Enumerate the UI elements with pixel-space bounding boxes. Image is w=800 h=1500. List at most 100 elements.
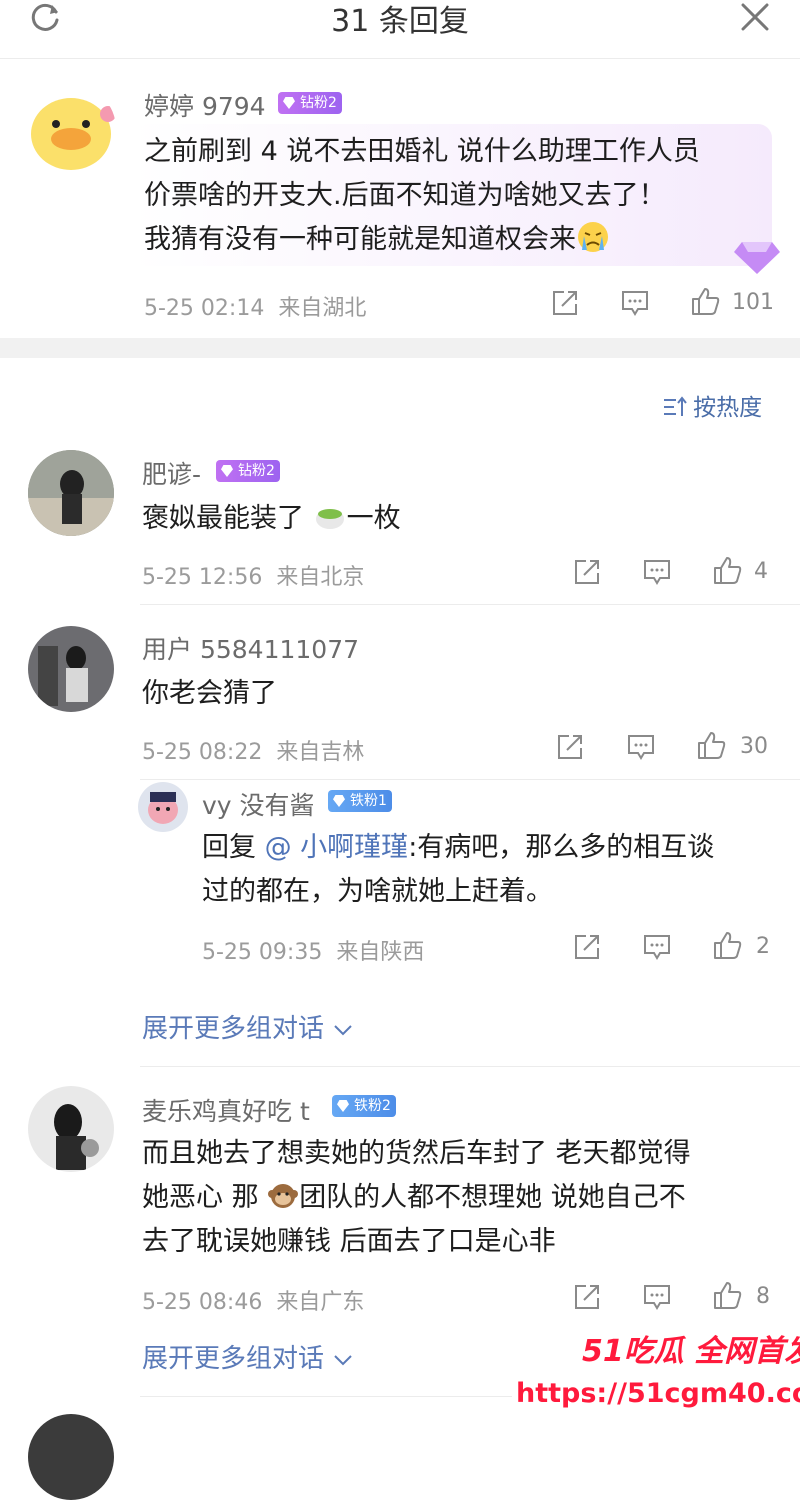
avatar[interactable]	[28, 450, 114, 536]
comment-meta: 5-25 02:14 来自湖北	[144, 290, 366, 322]
comment-meta: 5-25 12:56 来自北京	[142, 559, 364, 591]
like-count: 8	[756, 1284, 770, 1309]
diamond-icon	[221, 465, 233, 477]
crying-emoji-icon	[578, 222, 608, 252]
like-icon[interactable]	[712, 555, 742, 585]
comment-line-text: 一枚	[346, 503, 401, 534]
comment-icon[interactable]	[620, 288, 650, 318]
comment-time: 5-25 09:35	[202, 940, 323, 965]
comment-line: 价票啥的开支大.后面不知道为啥她又去了！	[144, 180, 666, 211]
comment-text: 你老会猜了	[142, 672, 277, 716]
comment-username[interactable]: 麦乐鸡真好吃 t	[142, 1092, 310, 1128]
comment-time: 5-25 02:14	[144, 296, 265, 321]
photo-avatar-icon	[28, 1086, 114, 1172]
photo-avatar-icon	[28, 450, 114, 536]
comment-username[interactable]: 用户 5584111077	[142, 630, 359, 666]
fan-badge: 钻粉2	[216, 460, 280, 482]
share-icon[interactable]	[555, 732, 585, 762]
comment-location: 来自广东	[276, 1290, 365, 1315]
comment-icon[interactable]	[642, 1282, 672, 1312]
avatar[interactable]	[28, 1414, 114, 1500]
comment-line: 之前刷到 4 说不去田婚礼 说什么助理工作人员	[144, 136, 700, 167]
fan-badge-label: 铁粉1	[350, 793, 387, 809]
header-bar: 31 条回复	[0, 0, 800, 59]
avatar[interactable]	[26, 84, 116, 174]
sort-icon	[664, 396, 687, 416]
monkey-emoji-icon	[268, 1184, 299, 1208]
diamond-icon	[333, 795, 345, 807]
comment-location: 来自湖北	[278, 296, 367, 321]
comment-line: 回复 @ 小啊瑾瑾:有病吧，那么多的相互谈	[202, 826, 782, 870]
watermark-url: https://51cgm40.com	[516, 1378, 800, 1409]
comment-text: 回复 @ 小啊瑾瑾:有病吧，那么多的相互谈 过的都在，为啥就她上赶着。	[202, 826, 782, 914]
mention-link[interactable]: @ 小啊瑾瑾	[265, 832, 409, 863]
share-icon[interactable]	[572, 557, 602, 587]
comment-time: 5-25 12:56	[142, 565, 263, 590]
diamond-icon	[337, 1100, 349, 1112]
comment-line: 过的都在，为啥就她上赶着。	[202, 876, 553, 907]
like-icon[interactable]	[712, 1280, 742, 1310]
chevron-down-icon	[334, 1025, 352, 1036]
comment-text: 褒姒最能装了 一枚	[142, 497, 401, 541]
watermark: 51吃瓜 全网首发 https://51cgm40.com	[512, 1326, 800, 1428]
like-icon[interactable]	[696, 730, 726, 760]
comment-location: 来自北京	[276, 565, 365, 590]
comment-icon[interactable]	[642, 932, 672, 962]
avatar[interactable]	[28, 1086, 114, 1172]
like-icon[interactable]	[690, 286, 720, 316]
comment-location: 来自陕西	[336, 940, 425, 965]
comment-meta: 5-25 08:22 来自吉林	[142, 734, 364, 766]
share-icon[interactable]	[550, 288, 580, 318]
fan-badge-label: 钻粉2	[238, 463, 275, 479]
diamond-gem-icon	[734, 242, 780, 274]
photo-avatar-icon	[28, 626, 114, 712]
like-count: 4	[754, 559, 768, 584]
comment-time: 5-25 08:46	[142, 1290, 263, 1315]
share-icon[interactable]	[572, 1282, 602, 1312]
like-icon[interactable]	[712, 930, 742, 960]
avatar[interactable]	[138, 782, 188, 832]
duck-avatar-icon	[31, 98, 116, 170]
comment-username[interactable]: 婷婷 9794	[144, 87, 266, 123]
comment-icon[interactable]	[626, 732, 656, 762]
comment-time: 5-25 08:22	[142, 740, 263, 765]
avatar[interactable]	[28, 626, 114, 712]
fan-badge: 钻粉2	[278, 92, 342, 114]
comment-line: 她恶心 那 团队的人都不想理她 说她自己不	[142, 1176, 782, 1220]
divider	[140, 1066, 800, 1067]
comment-text: 而且她去了想卖她的货然后车封了 老天都觉得 她恶心 那 团队的人都不想理她 说她…	[142, 1132, 782, 1264]
close-icon[interactable]	[738, 2, 772, 32]
reply-prefix: 回复	[202, 832, 256, 863]
sort-button[interactable]: 按热度	[662, 388, 762, 422]
comment-line-text: 我猜有没有一种可能就是知道权会来	[144, 224, 576, 255]
page-title: 31 条回复	[331, 4, 469, 39]
fan-badge: 铁粉1	[328, 790, 392, 812]
fan-badge-label: 钻粉2	[300, 95, 337, 111]
comment-line-text: 她恶心 那	[142, 1182, 259, 1213]
sort-label: 按热度	[693, 395, 763, 421]
comment-location: 来自吉林	[276, 740, 365, 765]
like-count: 101	[732, 290, 774, 315]
comment-line-text: 你老会猜了	[142, 678, 277, 709]
comment-line: 而且她去了想卖她的货然后车封了 老天都觉得	[142, 1138, 691, 1169]
comment-line-text: :有病吧，那么多的相互谈	[408, 832, 715, 863]
comment-line: 去了耽误她赚钱 后面去了口是心非	[142, 1226, 556, 1257]
comment-username[interactable]: 肥谚-	[142, 455, 201, 491]
fan-badge: 铁粉2	[332, 1095, 396, 1117]
share-icon[interactable]	[572, 932, 602, 962]
comment-icon[interactable]	[642, 557, 672, 587]
expand-label: 展开更多组对话	[142, 1014, 325, 1044]
comment-line-text: 褒姒最能装了	[142, 503, 304, 534]
expand-more-button[interactable]: 展开更多组对话	[142, 1008, 354, 1045]
like-count: 30	[740, 734, 768, 759]
comment-text: 之前刷到 4 说不去田婚礼 说什么助理工作人员 价票啥的开支大.后面不知道为啥她…	[144, 130, 784, 262]
comment-line-text: 团队的人都不想理她 说她自己不	[299, 1182, 686, 1213]
chevron-down-icon	[334, 1355, 352, 1366]
tea-emoji-icon	[315, 509, 344, 529]
divider	[140, 604, 800, 605]
comment-username[interactable]: vy 没有酱	[202, 786, 315, 822]
fan-badge-label: 铁粉2	[354, 1098, 391, 1114]
like-count: 2	[756, 934, 770, 959]
expand-more-button[interactable]: 展开更多组对话	[142, 1338, 354, 1375]
divider	[140, 779, 800, 780]
